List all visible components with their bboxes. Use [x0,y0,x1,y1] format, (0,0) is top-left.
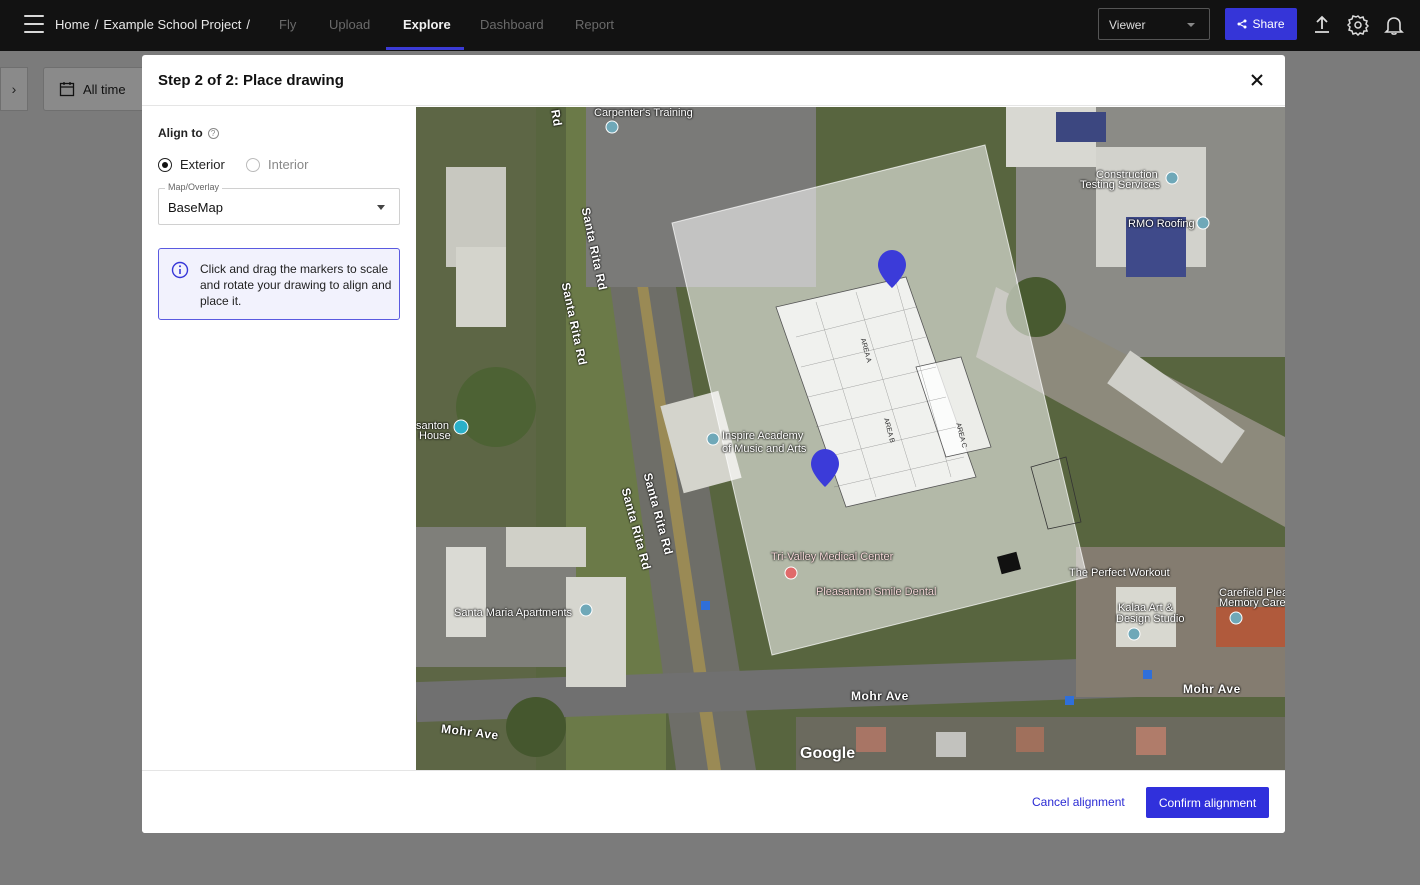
bell-icon[interactable] [1383,14,1405,36]
active-tab-indicator [386,47,464,50]
map-label: Memory Care [1219,597,1285,609]
alignment-panel: Align to ? Exterior Interior Map/Overlay… [142,107,416,770]
map-label: Tri-Valley Medical Center [771,551,894,563]
radio-exterior-circle[interactable] [158,157,172,172]
map-label: Inspire Academy [722,430,804,442]
align-to-text: Align to [158,126,203,140]
share-label: Share [1252,17,1285,31]
map-label: Pleasanton Smile Dental [816,586,937,598]
google-logo: Google [800,745,856,762]
map-overlay-value: BaseMap [168,200,223,215]
map-imagery [416,107,1285,770]
tab-dashboard[interactable]: Dashboard [480,17,544,32]
map-label: Testing Services [1080,179,1161,191]
map-label: The Perfect Workout [1069,567,1170,579]
modal-title: Step 2 of 2: Place drawing [158,72,344,89]
share-icon [1237,19,1247,29]
tab-fly[interactable]: Fly [279,17,296,32]
chevron-right-icon: › [11,81,17,97]
help-icon[interactable]: ? [207,127,219,139]
map-label: Santa Maria Apartments [454,607,573,619]
calendar-icon [59,82,75,97]
date-filter-button[interactable]: All time [43,67,153,111]
breadcrumb-home[interactable]: Home [55,17,90,32]
breadcrumb-project[interactable]: Example School Project [103,17,241,32]
confirm-alignment-button[interactable]: Confirm alignment [1146,787,1269,818]
gear-icon[interactable] [1347,14,1369,36]
viewer-select-value: Viewer [1109,18,1146,32]
map-overlay-select[interactable]: Map/Overlay BaseMap [158,182,400,225]
satellite-map[interactable]: Carpenter's Training Construction Testin… [416,107,1285,770]
radio-interior[interactable]: Interior [246,157,308,172]
share-button[interactable]: Share [1225,8,1297,40]
date-filter-label: All time [83,81,126,97]
modal-header: Step 2 of 2: Place drawing [142,55,1285,106]
road-label: Rd [548,108,565,128]
info-text: Click and drag the markers to scale and … [200,262,392,308]
close-icon[interactable] [1249,72,1265,88]
radio-interior-circle[interactable] [246,157,260,172]
breadcrumb: Home / Example School Project / [55,17,250,32]
menu-icon[interactable] [24,15,44,33]
map-overlay-legend: Map/Overlay [165,182,223,192]
road-label: Mohr Ave [851,689,909,703]
map-label: RMO Roofing [1128,218,1195,230]
expand-panel-button[interactable]: › [0,67,28,111]
align-to-label: Align to ? [158,126,219,140]
viewer-select[interactable]: Viewer [1098,8,1210,40]
map-label: of Music and Arts [722,443,807,455]
breadcrumb-separator: / [94,17,99,32]
tab-upload[interactable]: Upload [329,17,370,32]
top-bar: Home / Example School Project / Fly Uplo… [0,0,1420,51]
map-label: House [419,430,451,442]
chevron-down-icon [1187,23,1195,27]
chevron-down-icon [377,205,385,210]
upload-icon[interactable] [1311,14,1333,36]
map-label: Carpenter's Training [594,107,693,119]
breadcrumb-separator: / [246,17,250,32]
tab-report[interactable]: Report [575,17,614,32]
tab-explore[interactable]: Explore [403,17,451,32]
info-icon [171,261,189,279]
radio-interior-label: Interior [268,157,309,172]
info-callout: Click and drag the markers to scale and … [158,248,400,320]
map-label: Design Studio [1116,613,1185,625]
radio-exterior[interactable]: Exterior [158,157,225,172]
cancel-alignment-button[interactable]: Cancel alignment [1032,795,1125,809]
road-label: Mohr Ave [1183,682,1241,696]
place-drawing-modal: Step 2 of 2: Place drawing Align to ? Ex… [142,55,1285,833]
modal-footer: Cancel alignment Confirm alignment [142,770,1285,833]
radio-exterior-label: Exterior [180,157,225,172]
